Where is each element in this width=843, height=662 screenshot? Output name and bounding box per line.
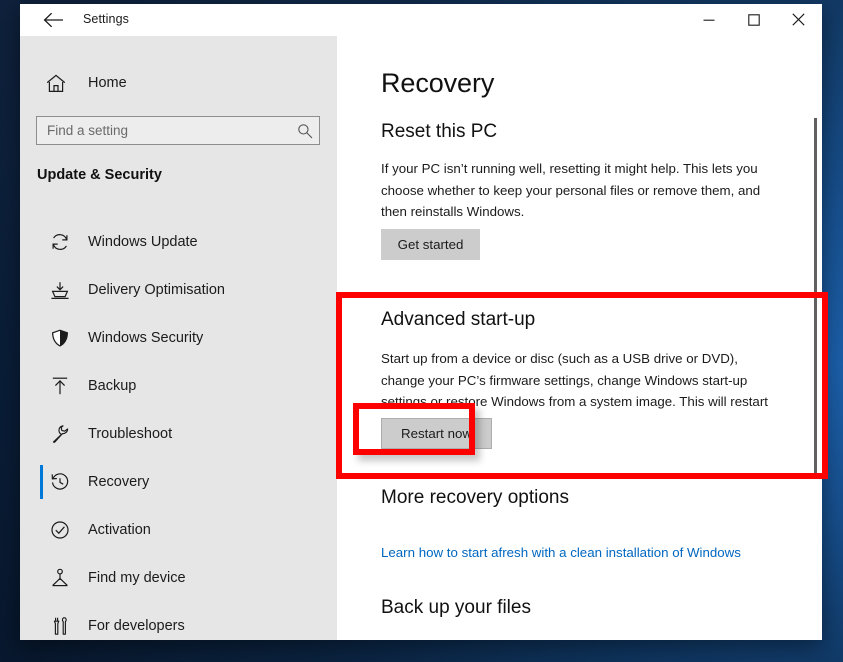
content-scrollbar[interactable]	[809, 36, 822, 640]
content-pane: Recovery Reset this PC If your PC isn’t …	[337, 36, 822, 640]
sidebar-item-home[interactable]: Home	[20, 65, 337, 101]
settings-window: Settings Home Find a setting Update & Se…	[20, 4, 822, 640]
shield-icon	[36, 328, 84, 348]
sidebar-item-troubleshoot[interactable]: Troubleshoot	[20, 410, 337, 458]
wrench-icon	[36, 424, 84, 444]
backup-section-body: If you’re having problems with your PC, …	[381, 636, 772, 640]
tools-icon	[36, 616, 84, 636]
page-title: Recovery	[381, 68, 495, 98]
sidebar-item-label: Find my device	[88, 570, 186, 586]
history-icon	[36, 472, 84, 492]
get-started-button[interactable]: Get started	[381, 229, 480, 260]
title-bar: Settings	[20, 4, 822, 36]
upload-arrow-icon	[36, 376, 84, 396]
sidebar-home-label: Home	[88, 75, 127, 91]
sidebar-item-label: Delivery Optimisation	[88, 282, 225, 298]
sidebar-item-label: Backup	[88, 378, 137, 394]
sidebar-item-label: Troubleshoot	[88, 426, 173, 442]
sidebar-nav-list: Windows Update Delivery Optimisation Win…	[20, 218, 337, 640]
sidebar-item-backup[interactable]: Backup	[20, 362, 337, 410]
check-circle-icon	[36, 520, 84, 540]
sidebar-item-delivery-optimisation[interactable]: Delivery Optimisation	[20, 266, 337, 314]
close-icon[interactable]	[776, 4, 821, 35]
search-input[interactable]	[37, 123, 291, 138]
more-recovery-options-heading: More recovery options	[381, 487, 569, 508]
sidebar-item-label: For developers	[88, 618, 185, 634]
advanced-startup-heading: Advanced start-up	[381, 309, 536, 330]
sidebar-item-recovery[interactable]: Recovery	[20, 458, 337, 506]
sidebar-item-label: Windows Security	[88, 330, 204, 346]
scrollbar-thumb[interactable]	[814, 118, 817, 474]
back-arrow-icon[interactable]	[30, 4, 76, 36]
window-title: Settings	[83, 12, 129, 26]
maximize-icon[interactable]	[731, 4, 776, 35]
sidebar-item-for-developers[interactable]: For developers	[20, 602, 337, 640]
backup-section-heading: Back up your files	[381, 597, 531, 618]
sidebar-item-label: Windows Update	[88, 234, 198, 250]
reset-section-heading: Reset this PC	[381, 121, 498, 142]
locate-icon	[36, 568, 84, 588]
sidebar: Home Update & Security	[20, 36, 337, 640]
search-icon	[291, 123, 319, 139]
sidebar-item-find-my-device[interactable]: Find my device	[20, 554, 337, 602]
sidebar-item-windows-security[interactable]: Windows Security	[20, 314, 337, 362]
clean-installation-link[interactable]: Learn how to start afresh with a clean i…	[381, 545, 741, 560]
restart-now-button[interactable]: Restart now	[381, 418, 492, 449]
reset-section-body: If your PC isn’t running well, resetting…	[381, 161, 761, 219]
selection-indicator	[40, 465, 43, 499]
search-box[interactable]	[36, 116, 320, 145]
minimize-icon[interactable]	[686, 4, 731, 35]
sidebar-item-label: Recovery	[88, 474, 150, 490]
sidebar-item-label: Activation	[88, 522, 151, 538]
home-icon	[32, 74, 80, 93]
sync-icon	[36, 232, 84, 252]
sidebar-category-title: Update & Security	[37, 167, 162, 183]
sidebar-item-activation[interactable]: Activation	[20, 506, 337, 554]
download-icon	[36, 280, 84, 300]
sidebar-item-windows-update[interactable]: Windows Update	[20, 218, 337, 266]
